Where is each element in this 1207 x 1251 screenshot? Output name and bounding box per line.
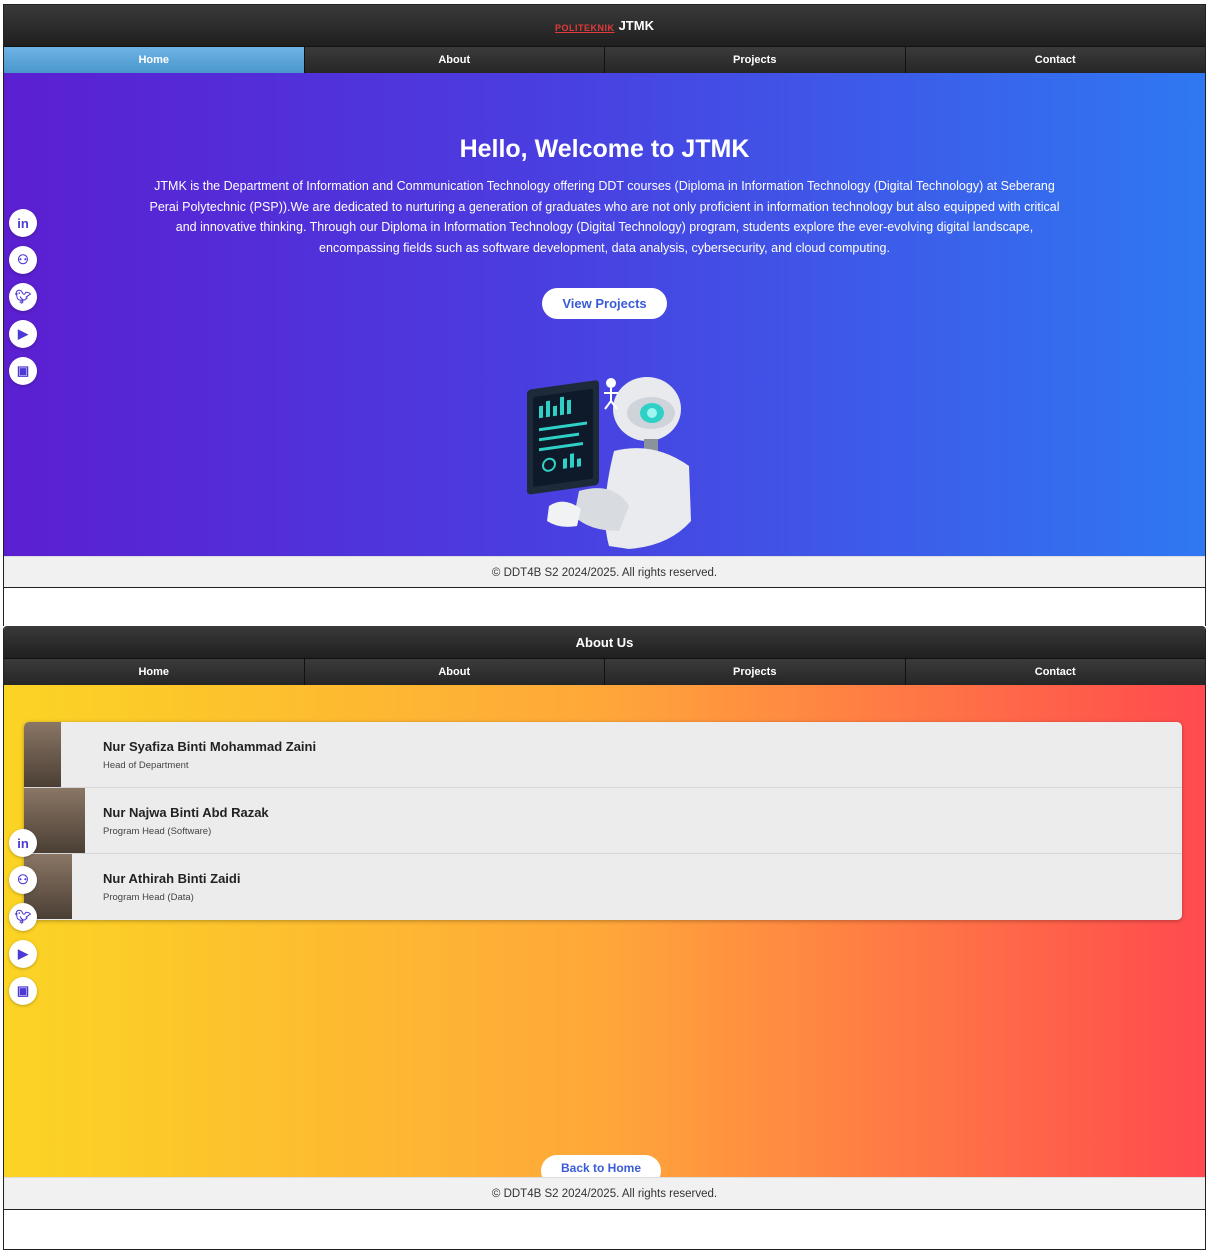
view-projects-button[interactable]: View Projects [542, 288, 667, 319]
footer: © DDT4B S2 2024/2025. All rights reserve… [4, 556, 1205, 587]
app-header: About Us [4, 626, 1205, 658]
list-item[interactable]: Nur Najwa Binti Abd Razak Program Head (… [24, 788, 1182, 854]
member-name: Nur Najwa Binti Abd Razak [103, 804, 269, 820]
social-bar: in ⚇ 🐦︎ ▶ ▣ [9, 209, 37, 385]
list-item[interactable]: Nur Syafiza Binti Mohammad Zaini Head of… [24, 722, 1182, 788]
instagram-icon[interactable]: ▣ [9, 357, 37, 385]
member-name: Nur Syafiza Binti Mohammad Zaini [103, 738, 317, 754]
nav-bar: Home About Projects Contact [4, 658, 1205, 685]
nav-home[interactable]: Home [4, 659, 305, 685]
hero-title: Hello, Welcome to JTMK [459, 135, 750, 163]
member-list: Nur Syafiza Binti Mohammad Zaini Head of… [24, 722, 1182, 920]
nav-contact[interactable]: Contact [906, 47, 1206, 73]
nav-about[interactable]: About [305, 659, 605, 685]
nav-projects[interactable]: Projects [605, 659, 906, 685]
list-item[interactable]: Nur Athirah Binti Zaidi Program Head (Da… [24, 854, 1182, 920]
youtube-icon[interactable]: ▶ [9, 940, 37, 968]
member-photo [24, 722, 61, 787]
github-icon[interactable]: ⚇ [9, 866, 37, 894]
social-bar: in ⚇ 🐦︎ ▶ ▣ [9, 829, 37, 1005]
nav-about[interactable]: About [305, 47, 605, 73]
twitter-icon[interactable]: 🐦︎ [9, 903, 37, 931]
separator [3, 588, 1206, 626]
nav-home[interactable]: Home [4, 47, 305, 73]
home-screen: POLITEKNIK JTMK Home About Projects Cont… [3, 4, 1206, 588]
linkedin-icon[interactable]: in [9, 829, 37, 857]
youtube-icon[interactable]: ▶ [9, 320, 37, 348]
footer-text: © DDT4B S2 2024/2025. All rights reserve… [491, 566, 718, 579]
polytechnic-logo: POLITEKNIK [555, 22, 615, 33]
github-icon[interactable]: ⚇ [9, 246, 37, 274]
linkedin-icon[interactable]: in [9, 209, 37, 237]
instagram-icon[interactable]: ▣ [9, 977, 37, 1005]
header-title: About Us [575, 634, 634, 650]
robot-illustration [527, 377, 691, 549]
footer: © DDT4B S2 2024/2025. All rights reserve… [4, 1177, 1205, 1209]
nav-projects[interactable]: Projects [605, 47, 906, 73]
nav-contact[interactable]: Contact [906, 659, 1206, 685]
hero-description: JTMK is the Department of Information an… [149, 179, 1060, 255]
member-name: Nur Athirah Binti Zaidi [103, 871, 241, 886]
footer-text: © DDT4B S2 2024/2025. All rights reserve… [491, 1187, 718, 1200]
nav-bar: Home About Projects Contact [4, 46, 1205, 73]
hero-section: Hello, Welcome to JTMK JTMK is the Depar… [4, 73, 1205, 556]
member-role: Program Head (Software) [103, 825, 212, 837]
bottom-margin [3, 1210, 1206, 1250]
twitter-icon[interactable]: 🐦︎ [9, 283, 37, 311]
about-screen: About Us Home About Projects Contact Nur… [3, 626, 1206, 1210]
member-role: Head of Department [103, 759, 189, 771]
about-section: Nur Syafiza Binti Mohammad Zaini Head of… [4, 685, 1205, 1187]
header-title: JTMK [618, 18, 654, 33]
app-header: POLITEKNIK JTMK [4, 5, 1205, 46]
member-role: Program Head (Data) [103, 892, 194, 903]
